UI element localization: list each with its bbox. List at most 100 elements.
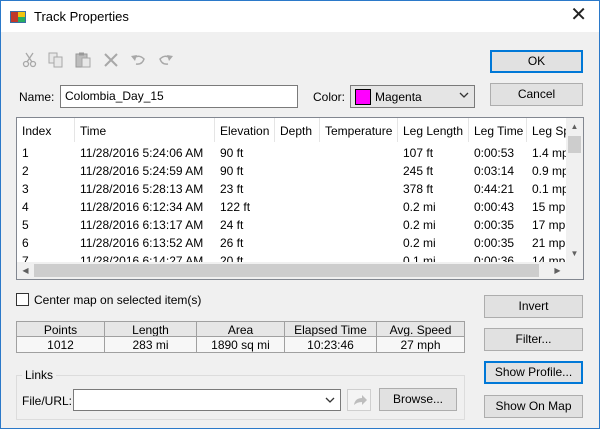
- track-stats: Points 1012 Length 283 mi Area 1890 sq mi Elap…: [16, 321, 465, 353]
- table-cell: 11/28/2016 5:24:59 AM: [80, 164, 204, 178]
- center-map-label[interactable]: Center map on selected item(s): [34, 293, 201, 307]
- color-dropdown[interactable]: Magenta: [350, 85, 475, 108]
- horizontal-scroll-thumb[interactable]: [34, 264, 539, 277]
- table-cell: 0.2 mi: [403, 218, 436, 232]
- table-cell: 11/28/2016 6:13:17 AM: [80, 218, 204, 232]
- name-input[interactable]: Colombia_Day_15: [60, 85, 298, 108]
- scroll-up-icon[interactable]: ▲: [566, 118, 583, 135]
- table-cell: 0:44:21: [474, 182, 515, 196]
- horizontal-scrollbar[interactable]: ◀ ▶: [17, 262, 566, 279]
- chevron-down-icon: [458, 89, 470, 101]
- table-cell: 1.4 mph: [532, 146, 566, 160]
- color-value: Magenta: [375, 90, 422, 104]
- table-cell: 107 ft: [403, 146, 434, 160]
- table-cell: 245 ft: [403, 164, 434, 178]
- browse-button[interactable]: Browse...: [379, 388, 457, 411]
- paste-icon[interactable]: [74, 52, 92, 68]
- color-label: Color:: [313, 90, 346, 104]
- table-cell: 17 mph: [532, 218, 566, 232]
- table-cell: 90 ft: [220, 164, 244, 178]
- table-row[interactable]: 6 11/28/2016 6:13:52 AM 26 ft 0.2 mi 0:00:35…: [17, 234, 566, 252]
- table-cell: 0:03:14: [474, 164, 515, 178]
- delete-icon[interactable]: [102, 52, 120, 68]
- table-cell: 90 ft: [220, 146, 244, 160]
- links-title: Links: [22, 368, 57, 382]
- copy-icon[interactable]: [47, 52, 65, 68]
- stat-value: 10:23:46: [284, 336, 377, 353]
- undo-icon[interactable]: [129, 52, 147, 68]
- filter-button[interactable]: Filter...: [484, 328, 583, 351]
- track-points-list[interactable]: Index Time Elevation Depth Temperature Leg Le…: [16, 117, 584, 280]
- center-map-checkbox[interactable]: [16, 293, 29, 306]
- show-on-map-button[interactable]: Show On Map: [484, 395, 583, 418]
- redo-icon[interactable]: [157, 52, 175, 68]
- close-icon[interactable]: ✕: [570, 4, 587, 26]
- stat-header: Length: [104, 321, 197, 337]
- scroll-down-icon[interactable]: ▼: [566, 245, 583, 262]
- column-header[interactable]: Leg Time: [469, 118, 527, 142]
- stat-header: Avg. Speed: [376, 321, 465, 337]
- cancel-button[interactable]: Cancel: [490, 83, 583, 106]
- table-cell: 11/28/2016 6:13:52 AM: [80, 236, 204, 250]
- table-cell: 11/28/2016 5:24:06 AM: [80, 146, 204, 160]
- table-cell: 23 ft: [220, 182, 244, 196]
- vertical-scrollbar[interactable]: ▲ ▼: [566, 118, 583, 262]
- table-cell: 1: [22, 146, 29, 160]
- scrollbar-corner: [566, 262, 583, 279]
- table-cell: 0:00:35: [474, 218, 515, 232]
- open-link-button[interactable]: [347, 389, 371, 411]
- track-properties-dialog: Track Properties ✕ OK Cancel Name: Colom…: [0, 0, 600, 429]
- invert-button[interactable]: Invert: [484, 295, 583, 318]
- column-header[interactable]: Elevation: [215, 118, 275, 142]
- scroll-right-icon[interactable]: ▶: [549, 262, 566, 279]
- column-header[interactable]: Index: [17, 118, 75, 142]
- table-cell: 26 ft: [220, 236, 244, 250]
- table-cell: 0:00:43: [474, 200, 515, 214]
- window-title: Track Properties: [34, 9, 129, 24]
- table-row[interactable]: 3 11/28/2016 5:28:13 AM 23 ft 378 ft 0:44:21…: [17, 180, 566, 198]
- table-cell: 378 ft: [403, 182, 434, 196]
- stat-value: 1012: [16, 336, 105, 353]
- name-label: Name:: [19, 90, 55, 104]
- table-row[interactable]: 4 11/28/2016 6:12:34 AM 122 ft 0.2 mi 0:00:4…: [17, 198, 566, 216]
- stat-header: Elapsed Time: [284, 321, 377, 337]
- show-profile-button[interactable]: Show Profile...: [484, 361, 583, 384]
- vertical-scroll-thumb[interactable]: [568, 136, 581, 153]
- table-cell: 21 mph: [532, 236, 566, 250]
- table-cell: 3: [22, 182, 29, 196]
- chevron-down-icon[interactable]: [324, 394, 336, 406]
- column-header[interactable]: Leg Speed: [527, 118, 566, 142]
- ok-button[interactable]: OK: [490, 50, 583, 73]
- table-cell: 7: [22, 254, 29, 262]
- table-cell: 5: [22, 218, 29, 232]
- scissors-icon[interactable]: [21, 52, 39, 68]
- stat-header: Points: [16, 321, 105, 337]
- file-url-input[interactable]: [73, 389, 341, 411]
- column-header[interactable]: Temperature: [320, 118, 398, 142]
- table-cell: 0:00:53: [474, 146, 515, 160]
- list-viewport: Index Time Elevation Depth Temperature Leg Le…: [17, 118, 566, 262]
- table-cell: 20 ft: [220, 254, 244, 262]
- table-row[interactable]: 2 11/28/2016 5:24:59 AM 90 ft 245 ft 0:03:14…: [17, 162, 566, 180]
- table-cell: 0.9 mph: [532, 164, 566, 178]
- scroll-left-icon[interactable]: ◀: [17, 262, 34, 279]
- open-arrow-icon: [352, 393, 368, 410]
- stat-header: Area: [196, 321, 285, 337]
- column-header[interactable]: Depth: [275, 118, 320, 142]
- table-cell: 0.2 mi: [403, 200, 436, 214]
- stat-value: 1890 sq mi: [196, 336, 285, 353]
- table-cell: 0.1 mi: [403, 254, 436, 262]
- column-header[interactable]: Time: [75, 118, 215, 142]
- stat-value: 283 mi: [104, 336, 197, 353]
- column-header[interactable]: Leg Length: [398, 118, 469, 142]
- table-cell: 14 mph: [532, 254, 566, 262]
- table-cell: 6: [22, 236, 29, 250]
- table-cell: 0:00:36: [474, 254, 515, 262]
- table-row[interactable]: 1 11/28/2016 5:24:06 AM 90 ft 107 ft 0:00:53…: [17, 144, 566, 162]
- table-row[interactable]: 5 11/28/2016 6:13:17 AM 24 ft 0.2 mi 0:00:35…: [17, 216, 566, 234]
- list-header: Index Time Elevation Depth Temperature Leg Le…: [17, 118, 566, 142]
- table-cell: 0.1 mph: [532, 182, 566, 196]
- title-bar[interactable]: Track Properties ✕: [1, 1, 599, 32]
- color-swatch: [355, 89, 371, 105]
- table-row[interactable]: 7 11/28/2016 6:14:27 AM 20 ft 0.1 mi 0:00:36…: [17, 252, 566, 262]
